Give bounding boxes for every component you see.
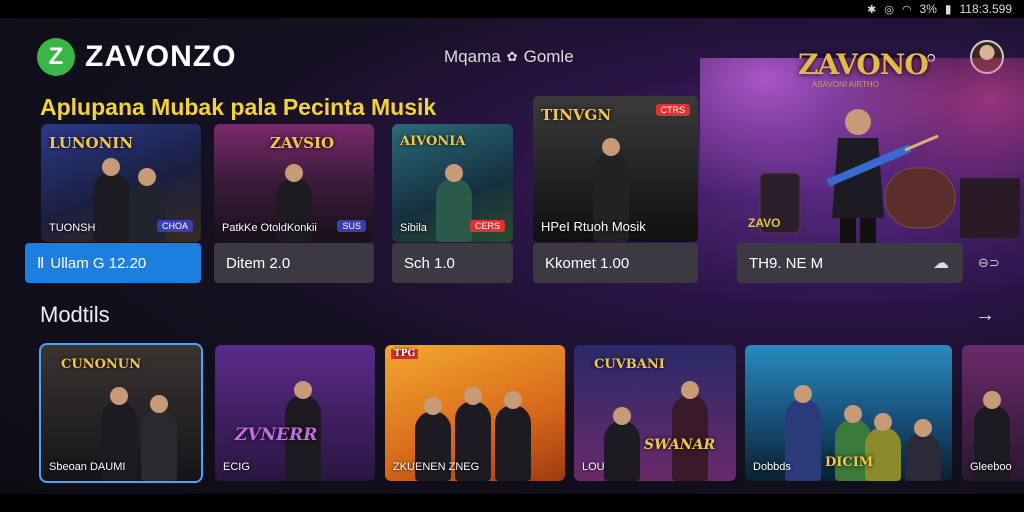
card-tag: CERS xyxy=(469,220,505,232)
card-art-title: TINVGN xyxy=(541,106,612,124)
app-window: Z ZAVONZO Mqama ✿ Gomle ⌕ ZAVONO ASAVONI… xyxy=(0,18,1024,494)
logo-text: ZAVONZO xyxy=(85,40,237,73)
module-thumb[interactable]: CUNONUN Sbeoan DAUMI xyxy=(39,343,203,483)
thumb-label: Dobbds xyxy=(753,461,791,473)
more-icon[interactable]: ⊖⊃ xyxy=(978,255,1000,271)
card-meta-text: Ullam G 12.20 xyxy=(50,254,147,272)
thumb-top-title: CUVBANI xyxy=(594,357,665,372)
card-art-title: AIVONIA xyxy=(400,134,466,149)
card-meta[interactable]: Sch 1.0 xyxy=(392,243,513,283)
card-meta[interactable]: Kkomet 1.00 xyxy=(533,243,698,283)
module-thumb[interactable]: TPG ZKUENEN ZNEG xyxy=(385,345,565,481)
play-icon: Ⅱ xyxy=(37,255,45,272)
thumb-top-title: TPG xyxy=(391,349,419,359)
card-tag: SUS xyxy=(337,220,366,232)
featured-card[interactable]: AIVONIA Sibila CERS xyxy=(392,124,513,242)
card-meta[interactable]: TH9. NE M ☁ xyxy=(737,243,963,283)
module-thumb[interactable]: ZVNERR ECIG xyxy=(215,345,375,481)
card-tag: CHOA xyxy=(156,220,193,232)
featured-card[interactable]: ZAVSIO PatkKe OtoldKonkii SUS xyxy=(214,124,374,242)
card-art-label: TUONSH xyxy=(49,222,96,234)
card-meta-text: TH9. NE M xyxy=(749,254,824,272)
featured-card[interactable]: LUNONIN TUONSH CHOA xyxy=(41,124,201,242)
cloud-icon: ☁ xyxy=(933,255,949,272)
clock: 118:3.599 xyxy=(959,2,1013,16)
card-tag: CTRS xyxy=(655,104,690,116)
module-thumb[interactable]: DICIM Dobbds xyxy=(745,345,952,481)
hero-badge: ZAVO xyxy=(748,216,781,230)
section-title-modules: Modtils xyxy=(40,302,110,327)
card-meta[interactable]: Ⅱ Ullam G 12.20 xyxy=(25,243,201,283)
sync-icon: ◎ xyxy=(884,3,894,16)
wifi-icon: ◠ xyxy=(901,3,912,16)
thumb-title: SWANAR xyxy=(644,437,716,453)
card-art-label: Sibila xyxy=(400,222,427,234)
card-meta-text: Ditem 2.0 xyxy=(226,254,291,272)
nav-item-home[interactable]: Mqama xyxy=(444,47,501,67)
section-title-featured: Aplupana Mubak pala Pecinta Musik xyxy=(40,94,437,120)
battery-percent: 3% xyxy=(919,2,937,16)
card-meta[interactable]: Ditem 2.0 xyxy=(214,243,374,283)
card-meta-text: Kkomet 1.00 xyxy=(545,254,630,272)
card-art-label: HPeI Rtuoh Mosik xyxy=(541,219,646,234)
bluetooth-icon: ✱ xyxy=(867,3,877,16)
thumb-label: LOU xyxy=(582,461,605,473)
gear-icon: ✿ xyxy=(506,49,518,64)
module-thumb[interactable]: Gleeboo xyxy=(962,345,1024,481)
card-art-title: LUNONIN xyxy=(49,134,134,152)
hero-title: ZAVONO xyxy=(798,48,929,81)
bottom-bar xyxy=(0,494,1024,512)
card-meta-text: Sch 1.0 xyxy=(404,254,455,272)
nav-menu: Mqama ✿ Gomle xyxy=(444,47,574,67)
nav-item-games[interactable]: Gomle xyxy=(524,47,574,67)
module-thumb[interactable]: CUVBANI SWANAR LOU xyxy=(574,345,736,481)
arrow-right-icon[interactable]: → xyxy=(975,304,995,327)
thumb-title: DICIM xyxy=(825,455,874,470)
card-art-title: ZAVSIO xyxy=(270,134,335,152)
status-bar: ✱ ◎ ◠ 3% ▮ 118:3.599 xyxy=(0,0,1024,18)
card-art-label: PatkKe OtoldKonkii xyxy=(222,222,317,234)
thumb-label: Sbeoan DAUMI xyxy=(49,461,126,473)
thumb-label: ZKUENEN ZNEG xyxy=(393,461,480,473)
featured-card[interactable]: TINVGN CTRS HPeI Rtuoh Mosik xyxy=(533,96,698,242)
logo-mark: Z xyxy=(37,38,75,76)
thumb-label: Gleeboo xyxy=(970,461,1012,473)
thumb-top-title: CUNONUN xyxy=(61,357,141,372)
thumb-title: ZVNERR xyxy=(235,425,318,445)
app-logo[interactable]: Z ZAVONZO xyxy=(37,38,236,76)
hero-subtitle: ASAVONI AIRTHO xyxy=(812,80,879,89)
battery-icon: ▮ xyxy=(944,2,952,16)
thumb-label: ECIG xyxy=(223,461,250,473)
